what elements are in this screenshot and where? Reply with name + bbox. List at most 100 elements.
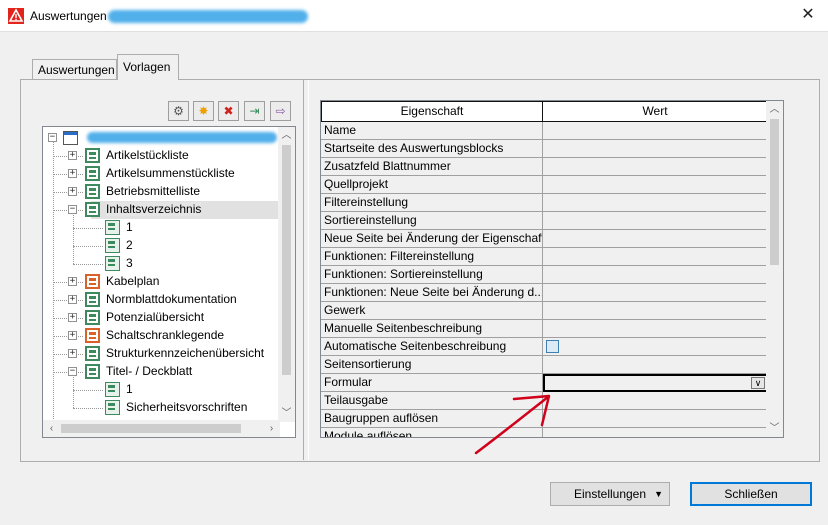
tree-item[interactable]: + Artikelsummenstückliste bbox=[43, 165, 280, 183]
tab-auswertungen[interactable]: Auswertungen bbox=[32, 59, 117, 79]
property-value[interactable] bbox=[543, 392, 768, 410]
chevron-down-icon[interactable]: ∨ bbox=[751, 377, 765, 389]
page-template-icon bbox=[105, 382, 120, 397]
tree-item[interactable]: + Potenzialübersicht bbox=[43, 309, 280, 327]
collapse-icon[interactable]: − bbox=[68, 367, 77, 376]
property-value[interactable]: ∨ bbox=[543, 374, 768, 392]
property-row[interactable]: Filtereinstellung bbox=[321, 194, 768, 212]
property-value[interactable] bbox=[543, 266, 768, 284]
tree-item[interactable]: 1 bbox=[43, 219, 280, 237]
scroll-up-icon[interactable]: ︿ bbox=[766, 101, 783, 118]
tree-item[interactable]: + Normblattdokumentation bbox=[43, 291, 280, 309]
tree-item[interactable]: − Inhaltsverzeichnis bbox=[43, 201, 280, 219]
property-value[interactable] bbox=[543, 302, 768, 320]
close-icon[interactable]: ✕ bbox=[798, 5, 818, 25]
property-row[interactable]: Funktionen: Sortiereinstellung bbox=[321, 266, 768, 284]
tree-item[interactable]: 1 bbox=[43, 381, 280, 399]
property-value[interactable] bbox=[543, 122, 768, 140]
dropdown-arrow-icon[interactable]: ▼ bbox=[654, 483, 663, 505]
property-value[interactable] bbox=[543, 410, 768, 428]
property-value[interactable] bbox=[543, 428, 768, 437]
expand-icon[interactable]: + bbox=[68, 313, 77, 322]
delete-icon[interactable]: ✖ bbox=[218, 101, 239, 121]
tree-item[interactable]: + Schaltschranklegende bbox=[43, 327, 280, 345]
property-name: Manuelle Seitenbeschreibung bbox=[321, 320, 543, 338]
einstellungen-button[interactable]: Einstellungen ▼ bbox=[550, 482, 670, 506]
tree-item[interactable]: 3 bbox=[43, 255, 280, 273]
expand-icon[interactable]: + bbox=[68, 277, 77, 286]
scroll-down-icon[interactable]: ﹀ bbox=[278, 405, 295, 422]
tab-vorlagen[interactable]: Vorlagen bbox=[117, 54, 179, 80]
property-row[interactable]: Sortiereinstellung bbox=[321, 212, 768, 230]
tree-item[interactable]: + Strukturkennzeichenübersicht bbox=[43, 345, 280, 363]
property-value[interactable] bbox=[543, 356, 768, 374]
expand-icon[interactable]: + bbox=[68, 187, 77, 196]
property-row[interactable]: Quellprojekt bbox=[321, 176, 768, 194]
panel-splitter[interactable] bbox=[303, 80, 309, 460]
tree-item[interactable]: 2 bbox=[43, 237, 280, 255]
property-row[interactable]: Funktionen: Filtereinstellung bbox=[321, 248, 768, 266]
property-row[interactable]: Neue Seite bei Änderung der Eigenschaft bbox=[321, 230, 768, 248]
template-tree[interactable]: − + Artikelstückliste + Artikelsummenstückl… bbox=[42, 126, 296, 438]
property-name: Teilausgabe bbox=[321, 392, 543, 410]
column-header-eigenschaft[interactable]: Eigenschaft bbox=[321, 101, 543, 122]
tree-item[interactable]: + Kabelplan bbox=[43, 273, 280, 291]
property-value[interactable] bbox=[543, 140, 768, 158]
tree-item[interactable]: + Betriebsmittelliste bbox=[43, 183, 280, 201]
property-value[interactable] bbox=[543, 230, 768, 248]
new-icon[interactable]: ✸ bbox=[193, 101, 214, 121]
property-row[interactable]: Name bbox=[321, 122, 768, 140]
column-header-wert[interactable]: Wert bbox=[542, 101, 768, 122]
tree-item[interactable]: + Artikelstückliste bbox=[43, 147, 280, 165]
property-row[interactable]: Manuelle Seitenbeschreibung bbox=[321, 320, 768, 338]
property-row[interactable]: Gewerk bbox=[321, 302, 768, 320]
property-value[interactable] bbox=[543, 176, 768, 194]
tree-vertical-scrollbar[interactable]: ︿ ﹀ bbox=[278, 127, 295, 422]
collapse-icon[interactable]: − bbox=[68, 205, 77, 214]
tree-root[interactable]: − bbox=[43, 129, 283, 147]
scroll-thumb[interactable] bbox=[770, 119, 779, 265]
property-row[interactable]: Teilausgabe bbox=[321, 392, 768, 410]
expand-icon[interactable]: + bbox=[68, 349, 77, 358]
property-row[interactable]: Formular ∨ bbox=[321, 374, 768, 392]
expand-icon[interactable]: + bbox=[68, 331, 77, 340]
property-row[interactable]: Baugruppen auflösen bbox=[321, 410, 768, 428]
scroll-thumb[interactable] bbox=[282, 145, 291, 375]
scroll-thumb[interactable] bbox=[61, 424, 241, 433]
scroll-left-icon[interactable]: ‹ bbox=[43, 420, 60, 437]
import-icon[interactable]: ⇥ bbox=[244, 101, 265, 121]
expand-icon[interactable]: + bbox=[68, 151, 77, 160]
property-value[interactable] bbox=[543, 212, 768, 230]
tree-horizontal-scrollbar[interactable]: ‹ › bbox=[43, 420, 280, 437]
expand-icon[interactable]: + bbox=[68, 169, 77, 178]
property-row[interactable]: Module auflösen bbox=[321, 428, 768, 437]
expand-icon[interactable]: + bbox=[68, 295, 77, 304]
property-row[interactable]: Funktionen: Neue Seite bei Änderung d... bbox=[321, 284, 768, 302]
tree-item-label: 1 bbox=[126, 382, 133, 396]
property-row[interactable]: Startseite des Auswertungsblocks bbox=[321, 140, 768, 158]
property-value[interactable] bbox=[543, 158, 768, 176]
settings-icon[interactable]: ⚙ bbox=[168, 101, 189, 121]
property-value[interactable] bbox=[543, 338, 768, 356]
property-value[interactable] bbox=[543, 248, 768, 266]
schliessen-button[interactable]: Schließen bbox=[690, 482, 812, 506]
property-value[interactable] bbox=[543, 194, 768, 212]
property-name: Sortiereinstellung bbox=[321, 212, 543, 230]
formular-combobox[interactable]: ∨ bbox=[543, 374, 768, 392]
property-grid[interactable]: Eigenschaft Wert Name Startseite des Ausw… bbox=[320, 100, 784, 438]
property-value[interactable] bbox=[543, 284, 768, 302]
tree-item[interactable]: Sicherheitsvorschriften bbox=[43, 399, 280, 417]
scroll-right-icon[interactable]: › bbox=[263, 420, 280, 437]
property-row[interactable]: Zusatzfeld Blattnummer bbox=[321, 158, 768, 176]
export-icon[interactable]: ⇨ bbox=[270, 101, 291, 121]
scroll-up-icon[interactable]: ︿ bbox=[278, 127, 295, 144]
tree-item[interactable]: − Titel- / Deckblatt bbox=[43, 363, 280, 381]
tree-item-label: Artikelsummenstückliste bbox=[106, 166, 235, 180]
auto-page-description-checkbox[interactable] bbox=[546, 340, 559, 353]
grid-vertical-scrollbar[interactable]: ︿ ﹀ bbox=[766, 101, 783, 437]
property-value[interactable] bbox=[543, 320, 768, 338]
property-row[interactable]: Automatische Seitenbeschreibung bbox=[321, 338, 768, 356]
scroll-down-icon[interactable]: ﹀ bbox=[766, 420, 783, 437]
project-icon bbox=[63, 131, 78, 145]
property-row[interactable]: Seitensortierung bbox=[321, 356, 768, 374]
